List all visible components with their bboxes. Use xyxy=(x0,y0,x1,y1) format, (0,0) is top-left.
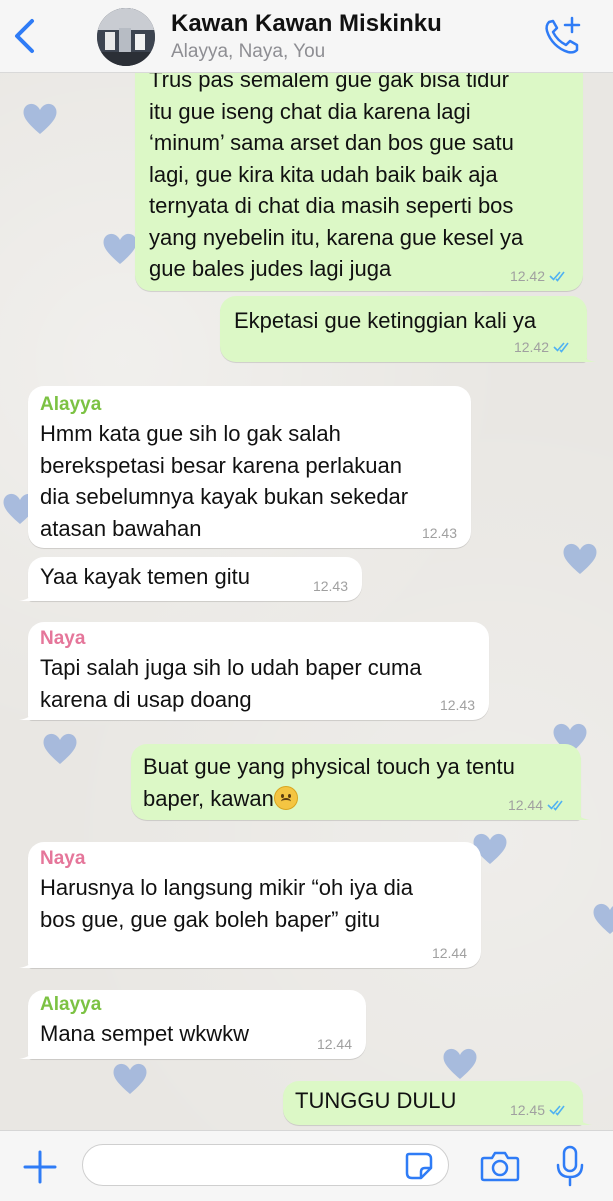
message-bubble-incoming[interactable]: Naya Tapi salah juga sih lo udah baper c… xyxy=(19,622,489,720)
bubble-tail xyxy=(19,950,37,968)
bubble-tail xyxy=(574,1107,592,1125)
message-time: 12.44 xyxy=(507,797,543,813)
message-bubble-incoming[interactable]: Yaa kayak temen gitu 12.43 xyxy=(19,557,362,601)
sticker-icon[interactable] xyxy=(404,1151,434,1181)
message-bubble-outgoing[interactable]: TUNGGU DULU 12.45 xyxy=(283,1081,592,1125)
message-meta: 12.43 xyxy=(422,525,457,541)
add-call-icon[interactable] xyxy=(540,14,584,58)
message-meta: 12.45 xyxy=(510,1102,569,1118)
message-meta: 12.42 xyxy=(510,268,569,284)
message-time: 12.45 xyxy=(509,1102,545,1118)
microphone-icon[interactable] xyxy=(554,1145,586,1187)
message-meta: 12.44 xyxy=(508,797,567,813)
message-time: 12.42 xyxy=(509,268,545,284)
message-bubble-incoming[interactable]: Alayya Mana sempet wkwkw 12.44 xyxy=(19,990,366,1059)
message-time: 12.44 xyxy=(316,1036,352,1052)
message-time: 12.44 xyxy=(431,945,467,961)
camera-icon[interactable] xyxy=(480,1149,520,1183)
message-input[interactable] xyxy=(82,1144,449,1186)
heart-pattern-icon xyxy=(560,540,600,576)
read-receipt-icon xyxy=(549,1105,565,1116)
heart-pattern-icon xyxy=(110,1060,150,1096)
heart-pattern-icon xyxy=(100,230,140,266)
message-input-bar xyxy=(0,1130,613,1201)
sender-name[interactable]: Alayya xyxy=(40,992,352,1018)
read-receipt-icon xyxy=(547,800,563,811)
message-meta: 12.44 xyxy=(432,945,467,961)
plus-icon[interactable] xyxy=(22,1149,58,1185)
message-bubble-outgoing[interactable]: Buat gue yang physical touch ya tentu ba… xyxy=(131,744,590,820)
message-bubble-outgoing[interactable]: Trus pas semalem gue gak bisa tidur itu … xyxy=(135,52,583,291)
chat-header: Kawan Kawan Miskinku Alayya, Naya, You xyxy=(0,0,613,73)
read-receipt-icon xyxy=(549,271,565,282)
bubble-tail xyxy=(578,344,596,362)
back-chevron-icon[interactable] xyxy=(12,18,38,54)
bubble-tail xyxy=(572,802,590,820)
bubble-tail xyxy=(19,702,37,720)
message-text: Ekpetasi gue ketinggian kali ya xyxy=(234,308,537,333)
message-text: Trus pas semalem gue gak bisa tidur itu … xyxy=(149,67,524,281)
message-text: Harusnya lo langsung mikir “oh iya dia b… xyxy=(40,875,413,932)
heart-pattern-icon xyxy=(40,730,80,766)
message-text: Buat gue yang physical touch ya tentu ba… xyxy=(143,751,567,814)
sender-name[interactable]: Naya xyxy=(40,846,467,872)
read-receipt-icon xyxy=(553,342,569,353)
message-text: Mana sempet wkwkw xyxy=(40,1021,250,1046)
chat-title[interactable]: Kawan Kawan Miskinku xyxy=(171,10,442,38)
message-text: Yaa kayak temen gitu xyxy=(40,564,250,589)
message-time: 12.43 xyxy=(312,578,348,594)
message-bubble-incoming[interactable]: Naya Harusnya lo langsung mikir “oh iya … xyxy=(19,842,481,968)
bubble-tail xyxy=(19,583,37,601)
sender-name[interactable]: Naya xyxy=(40,626,475,652)
chat-participants[interactable]: Alayya, Naya, You xyxy=(171,41,325,63)
message-time: 12.43 xyxy=(421,525,457,541)
frowning-face-icon xyxy=(273,785,298,810)
sender-name[interactable]: Alayya xyxy=(40,392,457,418)
message-meta: 12.44 xyxy=(317,1036,352,1052)
message-text: Tapi salah juga sih lo udah baper cuma k… xyxy=(40,655,422,712)
message-bubble-incoming[interactable]: Alayya Hmm kata gue sih lo gak salah ber… xyxy=(28,386,471,548)
bubble-tail xyxy=(19,1041,37,1059)
message-time: 12.42 xyxy=(513,339,549,355)
heart-pattern-icon xyxy=(440,1045,480,1081)
heart-pattern-icon xyxy=(590,900,613,936)
heart-pattern-icon xyxy=(20,100,60,136)
message-text-content: Buat gue yang physical touch ya tentu ba… xyxy=(143,754,515,811)
group-avatar[interactable] xyxy=(97,8,155,66)
message-time: 12.43 xyxy=(439,697,475,713)
message-bubble-outgoing[interactable]: Ekpetasi gue ketinggian kali ya 12.42 xyxy=(220,296,596,362)
message-meta: 12.43 xyxy=(440,697,475,713)
message-meta: 12.43 xyxy=(313,578,348,594)
message-meta: 12.42 xyxy=(514,339,573,355)
message-text: Hmm kata gue sih lo gak salah berekspeta… xyxy=(40,421,409,541)
